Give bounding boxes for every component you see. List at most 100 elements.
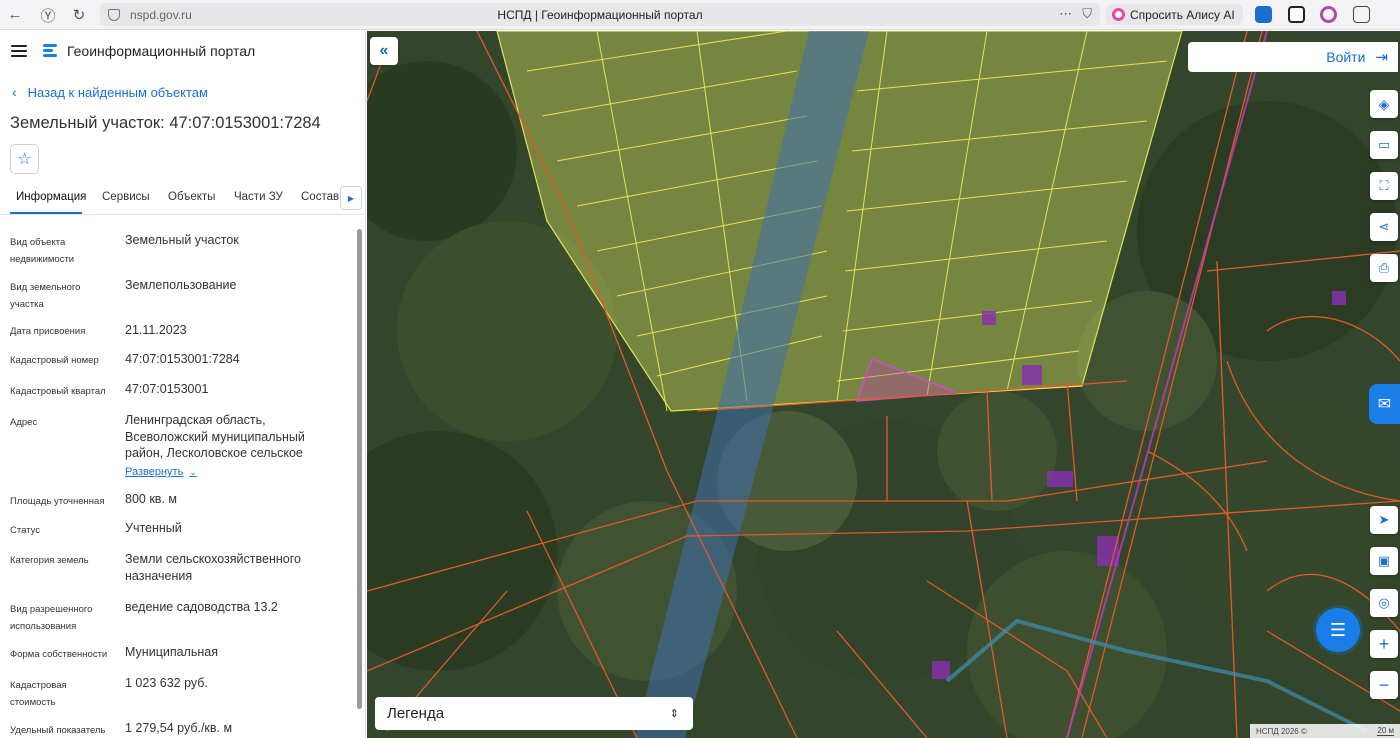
page-tab-title: НСПД | Геоинформационный портал [497,7,703,22]
attribute-value: Учтенный [125,521,182,535]
alisa-icon [1112,8,1125,21]
tab-parts[interactable]: Части ЗУ [234,191,283,203]
chevron-down-icon: ⌄ [189,467,197,477]
ask-alisa-button[interactable]: Спросить Алису AI [1106,4,1243,25]
navigation-arrow-icon: ➤ [1378,512,1390,527]
object-info-panel: Геоинформационный портал ‹ Назад к найде… [0,31,366,738]
expand-label: Развернуть [125,466,184,478]
attribute-label: Удельный показатель [10,725,106,736]
panel-header: Геоинформационный портал [0,31,365,71]
locate-me-button[interactable]: ➤ [1370,506,1398,534]
attribute-value: Муниципальная [125,645,218,659]
double-chevron-left-icon: « [379,42,389,59]
zoom-in-button[interactable]: + [1370,630,1398,658]
attribute-label: Статус [10,525,41,536]
attribute-value: ведение садоводства 13.2 [125,600,278,614]
extension-icon[interactable] [1353,6,1370,23]
ruler-button[interactable]: ▭ [1370,131,1398,159]
minimap-icon: ▣ [1377,553,1391,568]
minimap-button[interactable]: ▣ [1370,547,1398,575]
attribute-label: Форма собственности [10,649,108,660]
attribute-label: Вид земельного участка [10,282,81,310]
portal-title: Геоинформационный портал [67,43,256,59]
login-button[interactable]: Войти ⇥ [1188,42,1398,72]
panel-scrollbar[interactable] [357,229,362,709]
extension-icon[interactable] [1255,6,1272,23]
attribute-label: Дата присвоения [10,326,86,337]
attribute-label: Кадастровая стоимость [10,680,67,708]
legend-label: Легенда [387,705,445,722]
map-info-icon: ✉ [1377,396,1392,413]
ruler-icon: ▭ [1377,137,1391,152]
chevron-left-icon: ‹ [12,84,17,100]
layers-icon: ◈ [1378,95,1390,112]
pin-icon: ◎ [1378,595,1390,610]
login-icon: ⇥ [1375,49,1388,66]
favorite-button[interactable]: ☆ [10,144,39,174]
tab-objects[interactable]: Объекты [168,191,215,203]
attribute-value: Ленинградская область, Всеволожский муни… [125,413,305,460]
back-to-results-link[interactable]: ‹ Назад к найденным объектам [12,84,208,100]
scale-bar: 20 м [1377,726,1394,736]
share-icon: ⋖ [1378,219,1390,234]
attribute-value: 47:07:0153001:7284 [125,352,240,366]
print-button[interactable]: ⎙ [1370,254,1398,282]
attribute-value: 21.11.2023 [125,323,187,337]
attribute-value: 800 кв. м [125,492,177,506]
ask-alisa-label: Спросить Алису AI [1130,7,1235,22]
attribution-text: НСПД 2026 © [1256,726,1307,736]
legend-dropdown[interactable]: Легенда ⇕ [375,697,693,730]
select-area-button[interactable]: ⛶ [1370,172,1398,200]
attribute-label: Вид объекта недвижимости [10,237,75,265]
collapse-panel-button[interactable]: « [370,37,398,65]
back-icon[interactable]: ← [0,0,30,30]
geolocation-button[interactable]: ◎ [1370,589,1398,617]
attribute-label: Адрес [10,417,38,428]
attribute-value: 1 023 632 руб. [125,676,208,690]
bookmark-icon[interactable]: ⛉ [1082,6,1092,22]
url-text: nspd.gov.ru [130,7,192,22]
attribute-label: Кадастровый квартал [10,386,106,397]
tab-composition[interactable]: Состав [301,191,339,203]
zoom-out-button[interactable]: − [1370,671,1398,699]
expand-address-link[interactable]: Развернуть ⌄ [125,464,197,481]
shield-icon [108,8,120,21]
select-area-icon: ⛶ [1379,178,1389,193]
layers-button[interactable]: ◈ [1370,90,1398,118]
object-title: Земельный участок: 47:07:0153001:7284 [10,114,321,132]
chevron-right-icon: ▶ [347,193,355,203]
attribute-value: Земельный участок [125,233,239,247]
side-drawer-tab[interactable]: ✉ [1369,384,1400,424]
chat-button[interactable]: ☰ [1316,608,1360,652]
chat-icon: ☰ [1329,619,1347,640]
tab-information[interactable]: Информация [16,191,86,203]
minus-icon: − [1378,674,1390,695]
portal-logo-icon [43,43,59,59]
browser-toolbar: ← Ⓨ ↻ nspd.gov.ru НСПД | Геоинформационн… [0,0,1400,30]
attribute-label: Кадастровый номер [10,355,99,366]
star-icon: ☆ [17,151,32,168]
attribute-value: 1 279,54 руб./кв. м [125,721,233,735]
yandex-icon[interactable]: Ⓨ [33,0,63,30]
attribute-value: Землепользование [125,278,237,292]
address-bar[interactable]: nspd.gov.ru НСПД | Геоинформационный пор… [100,3,1100,26]
attribute-label: Площадь уточненная [10,496,105,507]
menu-icon[interactable] [11,45,27,57]
share-button[interactable]: ⋖ [1370,213,1398,241]
attribute-label: Вид разрешенного использования [10,604,93,632]
reload-icon[interactable]: ↻ [64,0,94,30]
active-tab-indicator [10,212,82,214]
tab-services[interactable]: Сервисы [102,191,150,203]
tabs-bar: Информация Сервисы Объекты Части ЗУ Сост… [0,185,365,215]
more-icon[interactable]: ⋯ [1059,6,1072,22]
map-canvas[interactable] [367,31,1400,738]
back-link-label: Назад к найденным объектам [27,84,208,100]
login-label: Войти [1326,49,1366,65]
print-icon: ⎙ [1378,260,1390,275]
map-attribution: НСПД 2026 © 20 м [1250,724,1400,738]
extension-icon[interactable] [1320,6,1337,23]
tabs-scroll-button[interactable]: ▶ [340,186,362,210]
attribute-value: Земли сельскохозяйственного назначения [125,552,301,583]
extension-icon[interactable] [1288,6,1305,23]
satellite-map [367,31,1400,738]
